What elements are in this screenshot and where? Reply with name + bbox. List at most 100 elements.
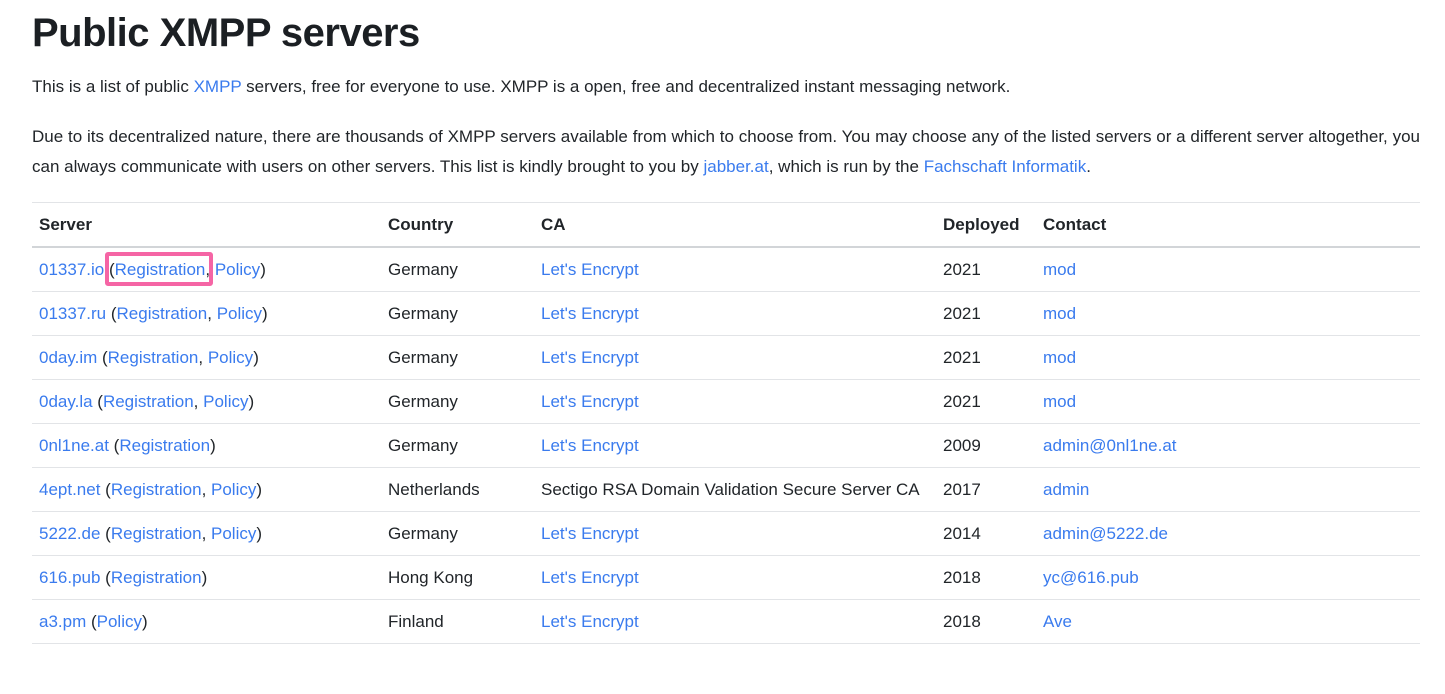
punctuation-text: ,: [201, 480, 212, 499]
server-link[interactable]: 01337.io: [39, 260, 104, 279]
ca-cell: Let's Encrypt: [534, 335, 936, 380]
punctuation-text: (: [100, 568, 111, 587]
registration-link[interactable]: Registration: [111, 524, 202, 543]
server-table-body: 01337.io (Registration, Policy) Germany …: [32, 247, 1420, 644]
ca-cell: Let's Encrypt: [534, 555, 936, 600]
table-row: 0day.la (Registration, Policy) Germany L…: [32, 379, 1420, 424]
policy-link[interactable]: Policy: [217, 304, 262, 323]
country-cell: Finland: [381, 599, 534, 644]
jabber-at-link[interactable]: jabber.at: [703, 157, 768, 176]
server-link[interactable]: 0day.im: [39, 348, 97, 367]
xmpp-servers-page: Public XMPP servers This is a list of pu…: [0, 0, 1445, 644]
servers-table: Server Country CA Deployed Contact 01337…: [32, 202, 1420, 644]
policy-link[interactable]: Policy: [203, 392, 248, 411]
server-link[interactable]: 5222.de: [39, 524, 100, 543]
contact-link[interactable]: mod: [1043, 348, 1076, 367]
country-cell: Germany: [381, 335, 534, 380]
fachschaft-informatik-link[interactable]: Fachschaft Informatik: [924, 157, 1087, 176]
server-link[interactable]: 0day.la: [39, 392, 93, 411]
country-cell: Hong Kong: [381, 555, 534, 600]
contact-link[interactable]: admin: [1043, 480, 1089, 499]
punctuation-text: (: [108, 436, 120, 455]
contact-link[interactable]: admin@5222.de: [1043, 524, 1168, 543]
deployed-cell: 2021: [936, 247, 1036, 292]
server-link[interactable]: a3.pm: [39, 612, 86, 631]
punctuation-text: ): [248, 392, 255, 411]
ca-link[interactable]: Let's Encrypt: [541, 348, 639, 367]
punctuation-text: (: [100, 524, 111, 543]
policy-link[interactable]: Policy: [211, 480, 256, 499]
punctuation-text: ,: [205, 260, 211, 279]
registration-link[interactable]: Registration: [115, 260, 206, 279]
punctuation-text: ): [262, 304, 268, 323]
ca-link[interactable]: Let's Encrypt: [541, 304, 639, 323]
ca-link[interactable]: Let's Encrypt: [541, 612, 639, 631]
intro-text-1: This is a list of public: [32, 77, 194, 96]
ca-cell: Let's Encrypt: [534, 247, 936, 292]
deployed-cell: 2017: [936, 467, 1036, 512]
country-cell: Germany: [381, 291, 534, 336]
contact-link[interactable]: mod: [1043, 304, 1076, 323]
column-header-server: Server: [32, 202, 381, 248]
ca-link[interactable]: Let's Encrypt: [541, 260, 639, 279]
table-row: 0nl1ne.at (Registration) Germany Let's E…: [32, 423, 1420, 468]
contact-link[interactable]: admin@0nl1ne.at: [1043, 436, 1177, 455]
contact-cell: Ave: [1036, 599, 1420, 644]
table-row: 5222.de (Registration, Policy) Germany L…: [32, 511, 1420, 556]
policy-link[interactable]: Policy: [208, 348, 253, 367]
server-cell: 01337.ru (Registration, Policy): [32, 291, 381, 336]
country-cell: Germany: [381, 511, 534, 556]
table-row: 01337.ru (Registration, Policy) Germany …: [32, 291, 1420, 336]
table-row: 4ept.net (Registration, Policy) Netherla…: [32, 467, 1420, 512]
deployed-cell: 2018: [936, 555, 1036, 600]
ca-cell: Sectigo RSA Domain Validation Secure Ser…: [534, 467, 936, 512]
country-cell: Germany: [381, 247, 534, 292]
registration-link[interactable]: Registration: [117, 304, 208, 323]
punctuation-text: ,: [201, 524, 212, 543]
contact-link[interactable]: Ave: [1043, 612, 1072, 631]
ca-cell: Let's Encrypt: [534, 379, 936, 424]
ca-link[interactable]: Let's Encrypt: [541, 392, 639, 411]
contact-cell: admin: [1036, 467, 1420, 512]
column-header-deployed: Deployed: [936, 202, 1036, 248]
server-cell: 616.pub (Registration): [32, 555, 381, 600]
punctuation-text: (: [97, 348, 108, 367]
punctuation-text: ,: [207, 304, 217, 323]
ca-cell: Let's Encrypt: [534, 423, 936, 468]
country-cell: Germany: [381, 423, 534, 468]
description-text-2: , which is run by the: [768, 157, 924, 176]
server-link[interactable]: 01337.ru: [39, 304, 106, 323]
ca-text: Sectigo RSA Domain Validation Secure Ser…: [541, 480, 920, 499]
table-row: 0day.im (Registration, Policy) Germany L…: [32, 335, 1420, 380]
server-link[interactable]: 4ept.net: [39, 480, 100, 499]
registration-link[interactable]: Registration: [111, 480, 202, 499]
registration-link[interactable]: Registration: [119, 436, 210, 455]
punctuation-text: ): [142, 612, 148, 631]
registration-link[interactable]: Registration: [111, 568, 202, 587]
ca-link[interactable]: Let's Encrypt: [541, 568, 639, 587]
server-link[interactable]: 616.pub: [39, 568, 100, 587]
policy-link[interactable]: Policy: [215, 260, 260, 279]
policy-link[interactable]: Policy: [211, 524, 256, 543]
server-link[interactable]: 0nl1ne.at: [39, 436, 109, 455]
punctuation-text: ): [210, 436, 216, 455]
registration-link[interactable]: Registration: [108, 348, 199, 367]
intro-paragraph: This is a list of public XMPP servers, f…: [32, 72, 1420, 102]
ca-link[interactable]: Let's Encrypt: [541, 524, 639, 543]
contact-link[interactable]: mod: [1043, 392, 1076, 411]
contact-link[interactable]: mod: [1043, 260, 1076, 279]
contact-link[interactable]: yc@616.pub: [1043, 568, 1139, 587]
country-cell: Netherlands: [381, 467, 534, 512]
punctuation-text: ): [253, 348, 259, 367]
punctuation-text: (: [106, 304, 117, 323]
xmpp-link[interactable]: XMPP: [194, 77, 242, 96]
policy-link[interactable]: Policy: [97, 612, 142, 631]
server-cell: 4ept.net (Registration, Policy): [32, 467, 381, 512]
punctuation-text: ): [201, 568, 208, 587]
registration-link[interactable]: Registration: [103, 392, 194, 411]
ca-link[interactable]: Let's Encrypt: [541, 436, 639, 455]
server-cell: 0day.la (Registration, Policy): [32, 379, 381, 424]
table-row: 616.pub (Registration) Hong Kong Let's E…: [32, 555, 1420, 600]
server-cell: 0nl1ne.at (Registration): [32, 423, 381, 468]
contact-cell: admin@0nl1ne.at: [1036, 423, 1420, 468]
